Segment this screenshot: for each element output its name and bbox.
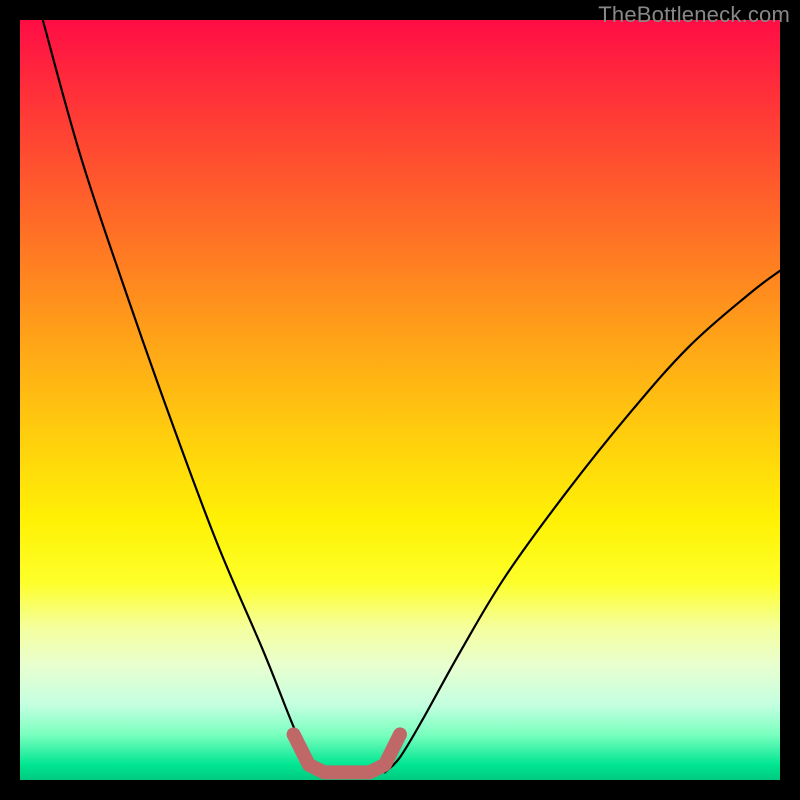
watermark-text: TheBottleneck.com (598, 2, 790, 28)
background-gradient (20, 20, 780, 780)
chart-frame: TheBottleneck.com (0, 0, 800, 800)
